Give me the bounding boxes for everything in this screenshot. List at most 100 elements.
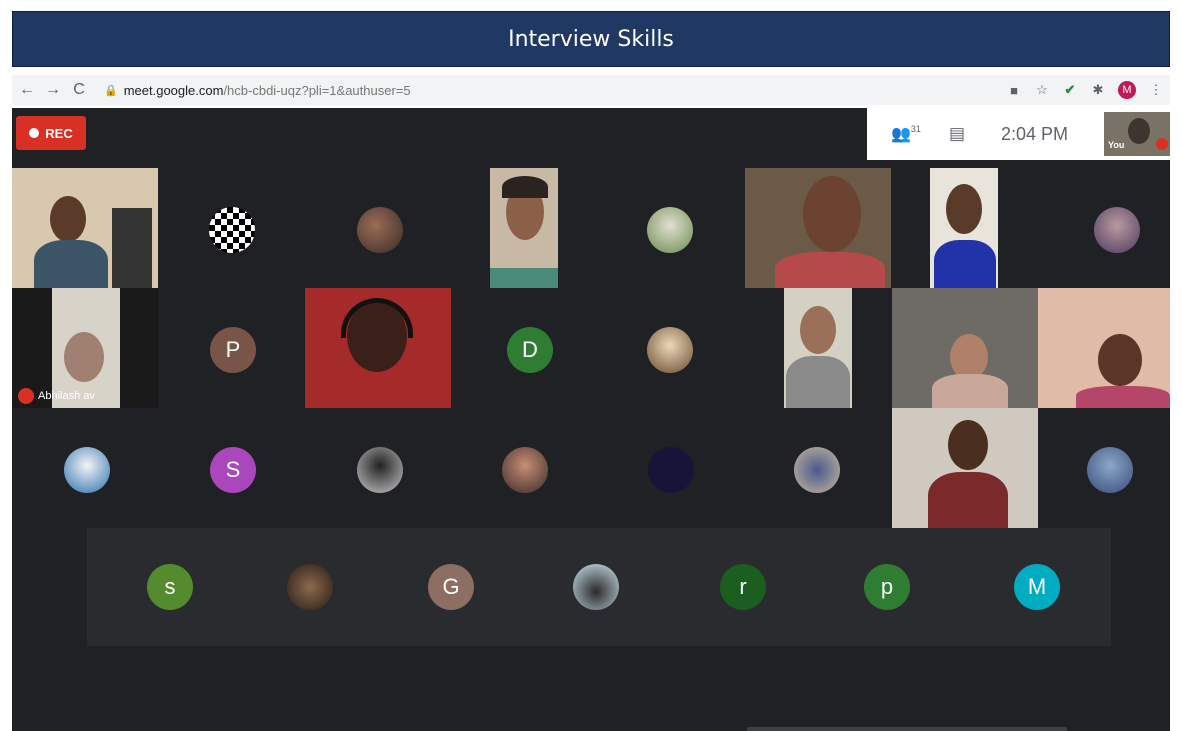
participant-tile[interactable]: r: [708, 562, 778, 612]
rec-label: REC: [45, 125, 73, 141]
check-extension-icon[interactable]: ✔: [1062, 82, 1078, 98]
avatar-initial: S: [210, 447, 256, 493]
bottom-control-bar[interactable]: [747, 727, 1067, 731]
avatar-initial: G: [428, 564, 474, 610]
participant-tile[interactable]: [1075, 445, 1145, 495]
participant-face: [1098, 334, 1142, 386]
mic-off-icon: [18, 388, 34, 404]
participant-body: [934, 240, 996, 288]
meeting-time: 2:04 PM: [1001, 123, 1069, 144]
participant-tile[interactable]: [561, 562, 631, 612]
participant-face: [64, 332, 104, 382]
participant-video[interactable]: [930, 168, 998, 288]
reload-icon[interactable]: C: [68, 81, 90, 99]
participant-tile[interactable]: G: [416, 562, 486, 612]
avatar-photo: [1087, 447, 1133, 493]
participant-body: [928, 472, 1008, 528]
forward-icon[interactable]: →: [42, 81, 64, 99]
avatar-photo: [647, 207, 693, 253]
browser-toolbar: ← → C 🔒 meet.google.com/hcb-cbdi-uqz?pli…: [12, 75, 1170, 105]
self-view[interactable]: You: [1104, 112, 1170, 156]
address-bar[interactable]: meet.google.com/hcb-cbdi-uqz?pli=1&authu…: [124, 83, 411, 98]
participant-tile[interactable]: p: [852, 562, 922, 612]
puzzle-extension-icon[interactable]: ✱: [1090, 82, 1106, 98]
participant-tile[interactable]: [52, 445, 122, 495]
avatar-initial: s: [147, 564, 193, 610]
participant-video[interactable]: [784, 288, 852, 408]
url-path: /hcb-cbdi-uqz?pli=1&authuser=5: [223, 82, 411, 98]
recording-badge: REC: [16, 116, 86, 150]
meet-grid: REC 👥31 ▤ 2:04 PM You Abhilash av P D S …: [12, 108, 1170, 731]
avatar-photo: [357, 447, 403, 493]
avatar-photo: [794, 447, 840, 493]
participant-name: Abhilash av: [38, 390, 95, 402]
participant-hair: [502, 176, 548, 198]
participant-video[interactable]: [12, 168, 158, 288]
participant-video[interactable]: [892, 288, 1038, 408]
participant-video[interactable]: [892, 408, 1038, 528]
participant-chair: [112, 208, 152, 288]
avatar-initial: M: [1014, 564, 1060, 610]
participant-tile[interactable]: P: [198, 325, 268, 375]
participant-video[interactable]: [745, 168, 891, 288]
browser-right-icons: ■ ☆ ✔ ✱ M ⋮: [1006, 75, 1164, 105]
avatar-photo: [1094, 207, 1140, 253]
lock-icon[interactable]: 🔒: [104, 84, 118, 97]
self-label: You: [1108, 140, 1125, 150]
participant-tile[interactable]: [625, 205, 715, 255]
chat-icon[interactable]: ▤: [949, 124, 965, 144]
participant-tile[interactable]: [335, 205, 425, 255]
participant-count: 31: [910, 124, 921, 134]
avatar-initial: P: [210, 327, 256, 373]
avatar-photo: [357, 207, 403, 253]
avatar-initial: p: [864, 564, 910, 610]
participant-tile[interactable]: D: [495, 325, 565, 375]
camera-icon[interactable]: ■: [1006, 83, 1022, 98]
self-video: [1128, 118, 1150, 144]
participant-background: [490, 268, 558, 288]
participant-face: [946, 184, 982, 234]
participant-face: [948, 420, 988, 470]
participant-body: [786, 356, 850, 408]
participant-video[interactable]: [305, 288, 451, 408]
back-icon[interactable]: ←: [16, 81, 38, 99]
avatar-photo: [502, 447, 548, 493]
participant-body: [1076, 386, 1170, 408]
record-dot-icon: [29, 128, 40, 138]
participant-tile[interactable]: M: [1002, 562, 1072, 612]
participant-tile[interactable]: S: [198, 445, 268, 495]
participant-tile[interactable]: [1072, 205, 1162, 255]
profile-avatar[interactable]: M: [1118, 81, 1136, 99]
url-host: meet.google.com: [123, 82, 224, 98]
participant-face: [50, 196, 86, 242]
participant-video-muted[interactable]: Abhilash av: [12, 288, 158, 408]
participant-tile[interactable]: [782, 445, 852, 495]
participant-tile[interactable]: [490, 445, 560, 495]
avatar-blank: [648, 447, 694, 493]
participant-tile[interactable]: [187, 205, 277, 255]
people-icon[interactable]: 👥31: [891, 124, 921, 144]
avatar-photo: [64, 447, 110, 493]
participant-body: [932, 374, 1008, 408]
star-icon[interactable]: ☆: [1034, 82, 1050, 98]
avatar-initial: r: [720, 564, 766, 610]
mic-off-icon: [1156, 138, 1168, 150]
participant-video[interactable]: [1038, 288, 1170, 408]
avatar-photo: [647, 327, 693, 373]
participant-face: [800, 306, 836, 354]
avatar-photo: [573, 564, 619, 610]
menu-dots-icon[interactable]: ⋮: [1148, 82, 1164, 98]
slide-banner: Interview Skills: [12, 11, 1170, 67]
avatar-photo: [287, 564, 333, 610]
participant-tile[interactable]: [630, 325, 710, 375]
slide-title: Interview Skills: [508, 26, 674, 52]
participant-video[interactable]: [490, 168, 558, 288]
avatar-photo: [209, 207, 255, 253]
participant-tile[interactable]: s: [135, 562, 205, 612]
participant-tile[interactable]: [275, 562, 345, 612]
headphones-icon: [341, 298, 413, 338]
avatar-initial: D: [507, 327, 553, 373]
participant-tile[interactable]: [636, 445, 706, 495]
participant-face: [803, 176, 861, 252]
participant-tile[interactable]: [345, 445, 415, 495]
